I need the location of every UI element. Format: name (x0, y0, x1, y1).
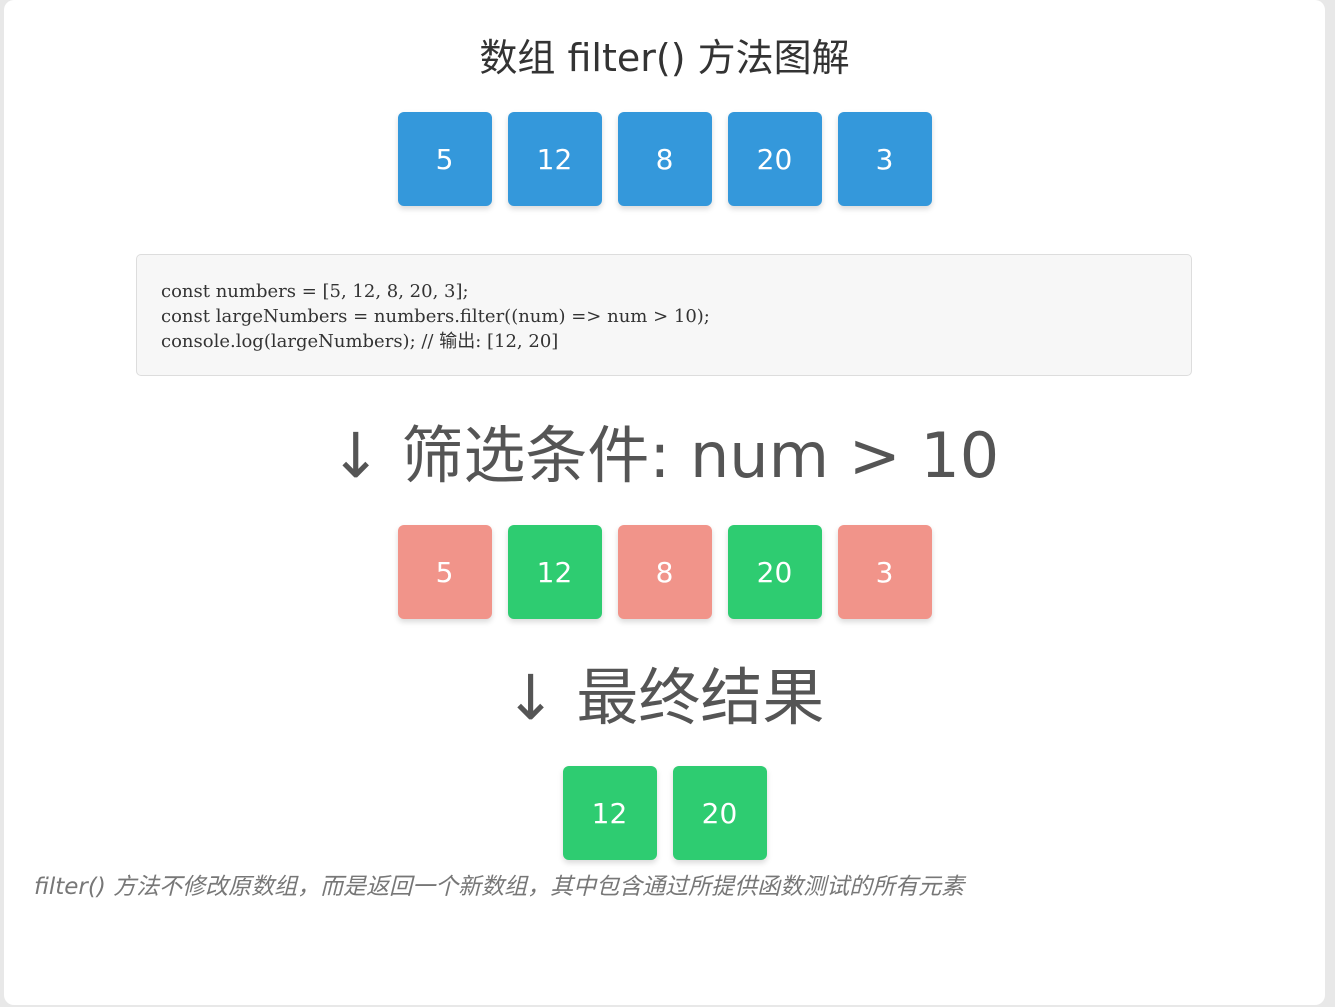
array-item: 20 (727, 112, 822, 206)
array-item: 3 (837, 112, 932, 206)
explanation-note: filter() 方法不修改原数组，而是返回一个新数组，其中包含通过所提供函数测… (34, 874, 965, 900)
code-line: console.log(largeNumbers); // 输出: [12, 2… (161, 331, 559, 352)
result-item: 12 (562, 766, 657, 860)
array-item-rejected: 8 (617, 525, 712, 619)
code-block: const numbers = [5, 12, 8, 20, 3]; const… (136, 254, 1192, 376)
array-item-passed: 12 (507, 525, 602, 619)
card: 数组 filter() 方法图解 5 12 8 20 3 const numbe… (4, 0, 1325, 1005)
original-array-row: 5 12 8 20 3 (4, 112, 1325, 206)
array-item: 12 (507, 112, 602, 206)
page-title: 数组 filter() 方法图解 (479, 36, 850, 80)
array-item-rejected: 3 (837, 525, 932, 619)
code-line: const numbers = [5, 12, 8, 20, 3]; (161, 281, 469, 302)
array-item: 8 (617, 112, 712, 206)
array-item-passed: 20 (727, 525, 822, 619)
filtered-array-row: 5 12 8 20 3 (4, 525, 1325, 619)
array-item-rejected: 5 (397, 525, 492, 619)
result-item: 20 (672, 766, 767, 860)
filter-condition-label: ↓ 筛选条件: num > 10 (329, 419, 1000, 492)
result-label: ↓ 最终结果 (504, 661, 825, 734)
result-array-row: 12 20 (4, 766, 1325, 860)
code-line: const largeNumbers = numbers.filter((num… (161, 306, 710, 327)
array-item: 5 (397, 112, 492, 206)
